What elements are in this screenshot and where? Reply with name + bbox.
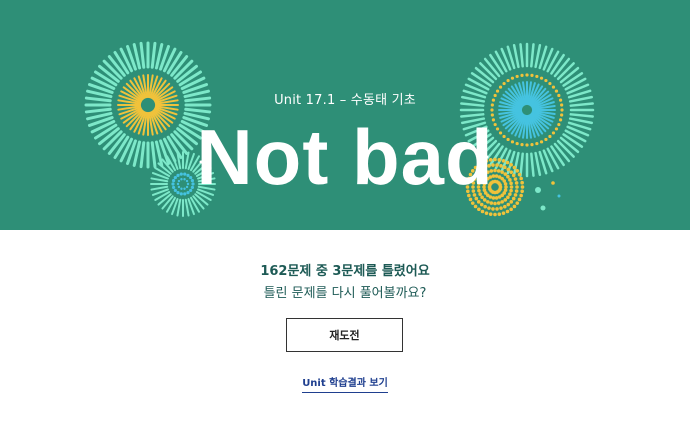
result-headline: Not bad [196, 113, 494, 201]
retry-button[interactable]: 재도전 [286, 318, 403, 352]
result-banner: Unit 17.1 – 수동태 기초 Not bad [0, 0, 690, 230]
result-content: 162문제 중 3문제를 틀렸어요 틀린 문제를 다시 풀어볼까요? 재도전 U… [0, 230, 690, 440]
unit-title: Unit 17.1 – 수동태 기초 [274, 93, 416, 108]
retry-prompt: 틀린 문제를 다시 풀어볼까요? [263, 286, 427, 301]
result-summary: 162문제 중 3문제를 틀렸어요 [260, 264, 430, 279]
unit-result-link[interactable]: Unit 학습결과 보기 [302, 374, 388, 393]
